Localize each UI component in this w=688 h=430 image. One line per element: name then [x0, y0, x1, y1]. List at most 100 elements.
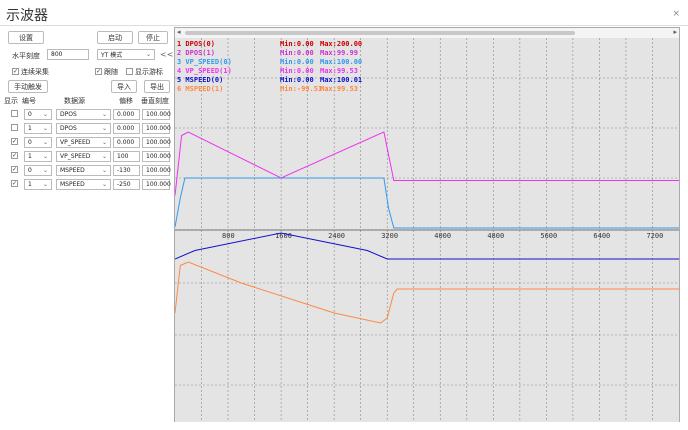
- x-tick-label: 4800: [487, 232, 504, 240]
- row-num-value: 1: [28, 153, 32, 160]
- row-num-select[interactable]: 1 ⌄: [24, 151, 52, 162]
- trigger-label: 跟随: [104, 68, 118, 76]
- row-num-select[interactable]: 0 ⌄: [24, 137, 52, 148]
- import-button[interactable]: 导入: [111, 80, 137, 93]
- chevron-down-icon: ⌄: [101, 111, 107, 118]
- row-num-select[interactable]: 0 ⌄: [24, 109, 52, 120]
- legend-series-label: 2 DPOS(1): [177, 49, 215, 57]
- x-tick-label: 2400: [328, 232, 345, 240]
- series-line: [174, 261, 679, 324]
- row-num-value: 0: [28, 167, 32, 174]
- chevron-down-icon: ⌄: [42, 167, 48, 174]
- row-num-value: 0: [28, 111, 32, 118]
- collapse-button[interactable]: <<: [160, 50, 173, 59]
- legend-series-min: Min:0.00: [280, 76, 314, 84]
- chevron-down-icon: ⌄: [42, 139, 48, 146]
- legend-series-label: 5 MSPEED(0): [177, 76, 224, 84]
- legend-series-max: Max:99.53: [320, 85, 358, 93]
- row-show-checkbox[interactable]: ✓: [11, 180, 18, 187]
- continuous-label: 连续采集: [21, 68, 49, 76]
- row-offset-input[interactable]: 100: [113, 151, 140, 162]
- legend-series-label: 1 DPOS(0): [177, 40, 215, 48]
- row-show-checkbox[interactable]: ✓: [11, 166, 18, 173]
- start-button[interactable]: 启动: [97, 31, 133, 44]
- x-tick-label: 4000: [434, 232, 451, 240]
- h-scrollbar[interactable]: ◂ ▸: [175, 28, 679, 38]
- legend-series-max: Max:100.01: [320, 76, 363, 84]
- row-scale-input[interactable]: 100.000: [142, 123, 171, 134]
- row-source-value: MSPEED: [60, 167, 85, 174]
- window-title: 示波器: [6, 8, 48, 24]
- row-offset-input[interactable]: 0.000: [113, 109, 140, 120]
- manual-trigger-button[interactable]: 手动触发: [8, 80, 48, 93]
- scroll-right-icon[interactable]: ▸: [673, 28, 677, 36]
- row-num-select[interactable]: 0 ⌄: [24, 165, 52, 176]
- row-scale-input[interactable]: 100.000: [142, 165, 171, 176]
- row-source-select[interactable]: VP_SPEED ⌄: [56, 137, 111, 148]
- legend-series-min: Min:0.00: [280, 40, 314, 48]
- row-show-checkbox[interactable]: [11, 110, 18, 117]
- plot-svg: 800 1600 2400 3200 4000 4800 5600 6400 7200: [174, 38, 679, 422]
- row-show-checkbox[interactable]: ✓: [11, 138, 18, 145]
- row-num-value: 1: [28, 181, 32, 188]
- scroll-left-icon[interactable]: ◂: [177, 28, 181, 36]
- row-num-select[interactable]: 1 ⌄: [24, 123, 52, 134]
- close-icon[interactable]: ×: [672, 9, 680, 19]
- plot-area: 800 1600 2400 3200 4000 4800 5600 6400 7200 1 DP…: [174, 38, 679, 422]
- title-bar: 示波器 ×: [0, 0, 688, 26]
- chevron-down-icon: ⌄: [101, 167, 107, 174]
- chevron-down-icon: ⌄: [42, 153, 48, 160]
- row-scale-input[interactable]: 100.000: [142, 137, 171, 148]
- legend-series-min: Min:0.00: [280, 58, 314, 66]
- chevron-down-icon: ⌄: [42, 181, 48, 188]
- row-show-checkbox[interactable]: ✓: [11, 152, 18, 159]
- row-offset-input[interactable]: 0.000: [113, 137, 140, 148]
- continuous-checkbox[interactable]: ✓: [12, 68, 19, 75]
- crosshair-label: 显示游标: [135, 68, 163, 76]
- col-header-offset: 偏移: [119, 97, 133, 105]
- col-header-num: 编号: [22, 97, 36, 105]
- h-scale-input[interactable]: 800: [47, 49, 89, 60]
- row-show-checkbox[interactable]: [11, 124, 18, 131]
- control-panel: 设置 启动 停止 水平刻度 800 YT 模式 ⌄ << ✓ 连续采集 ✓ 跟随…: [0, 27, 173, 430]
- mode-select[interactable]: YT 模式 ⌄: [97, 49, 155, 60]
- chevron-down-icon: ⌄: [101, 181, 107, 188]
- row-source-value: DPOS: [60, 111, 77, 118]
- row-source-select[interactable]: DPOS ⌄: [56, 109, 111, 120]
- col-header-show: 显示: [4, 97, 18, 105]
- export-button[interactable]: 导出: [144, 80, 170, 93]
- x-tick-label: 7200: [646, 232, 663, 240]
- settings-button[interactable]: 设置: [8, 31, 44, 44]
- mode-select-value: YT 模式: [101, 52, 123, 59]
- row-source-select[interactable]: VP_SPEED ⌄: [56, 151, 111, 162]
- row-num-value: 0: [28, 139, 32, 146]
- scroll-thumb[interactable]: [185, 31, 575, 35]
- chevron-down-icon: ⌄: [101, 153, 107, 160]
- row-scale-input[interactable]: 100.000: [142, 109, 171, 120]
- row-offset-input[interactable]: -130: [113, 165, 140, 176]
- row-offset-input[interactable]: 0.000: [113, 123, 140, 134]
- x-tick-label: 800: [222, 232, 235, 240]
- legend-series-min: Min:-99.51: [280, 85, 323, 93]
- stop-button[interactable]: 停止: [138, 31, 168, 44]
- x-tick-label: 6400: [593, 232, 610, 240]
- legend-series-max: Max:100.00: [320, 58, 363, 66]
- oscilloscope-display: ◂ ▸ 800 1600 2400 3200 4000 4800 5600 6400 7200 …: [174, 27, 680, 422]
- legend-series-max: Max:99.53: [320, 67, 358, 75]
- chevron-down-icon: ⌄: [42, 111, 48, 118]
- trigger-checkbox[interactable]: ✓: [95, 68, 102, 75]
- row-source-value: VP_SPEED: [60, 153, 91, 160]
- legend-series-label: 4 VP_SPEED(1): [177, 67, 232, 75]
- row-num-select[interactable]: 1 ⌄: [24, 179, 52, 190]
- legend-series-label: 3 VP_SPEED(0): [177, 58, 232, 66]
- row-source-select[interactable]: MSPEED ⌄: [56, 179, 111, 190]
- row-source-select[interactable]: MSPEED ⌄: [56, 165, 111, 176]
- row-scale-input[interactable]: 100.000: [142, 151, 171, 162]
- row-offset-input[interactable]: -250: [113, 179, 140, 190]
- row-source-select[interactable]: DPOS ⌄: [56, 123, 111, 134]
- series-line: [174, 131, 679, 196]
- row-scale-input[interactable]: 100.000: [142, 179, 171, 190]
- row-source-value: MSPEED: [60, 181, 85, 188]
- chevron-down-icon: ⌄: [145, 51, 151, 58]
- crosshair-checkbox[interactable]: [126, 68, 133, 75]
